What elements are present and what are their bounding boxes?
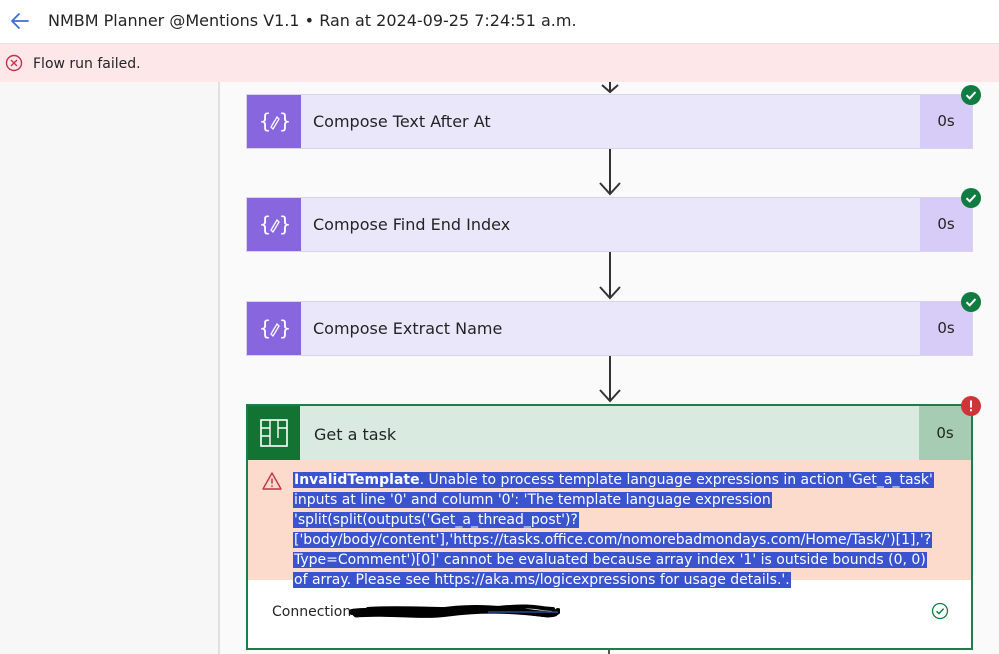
connector-line: [608, 650, 610, 654]
connector-arrow-icon: [599, 148, 621, 196]
step-header[interactable]: Get a task 0s: [248, 406, 971, 460]
warning-icon: [262, 472, 282, 490]
connector-arrow-icon: [601, 82, 619, 94]
success-check-icon: [961, 85, 981, 105]
left-panel: [0, 82, 219, 654]
svg-text:}: }: [279, 316, 291, 340]
error-title: InvalidTemplate: [294, 472, 420, 488]
success-check-icon: [961, 292, 981, 312]
svg-text:}: }: [279, 109, 291, 133]
step-card-compose-extract-name[interactable]: {} Compose Extract Name 0s: [246, 301, 973, 356]
step-card-get-a-task[interactable]: Get a task 0s InvalidTemplate. Unable to…: [246, 404, 973, 650]
svg-text:{: {: [259, 316, 271, 340]
step-label: Compose Find End Index: [313, 215, 511, 234]
connection-ok-icon: [931, 602, 949, 620]
compose-icon: {}: [247, 95, 301, 148]
compose-icon: {}: [247, 198, 301, 251]
error-message: InvalidTemplate. Unable to process templ…: [293, 470, 934, 590]
error-circle-icon: [5, 54, 23, 72]
arrow-left-icon[interactable]: [8, 9, 32, 33]
connection-label: Connection:: [272, 604, 356, 620]
error-details: InvalidTemplate. Unable to process templ…: [248, 460, 971, 588]
planner-icon: [248, 406, 300, 460]
step-card-compose-text-after-at[interactable]: {} Compose Text After At 0s: [246, 94, 973, 149]
connector-arrow-icon: [599, 355, 621, 403]
svg-text:{: {: [259, 109, 271, 133]
compose-icon: {}: [247, 302, 301, 355]
step-card-compose-find-end-index[interactable]: {} Compose Find End Index 0s: [246, 197, 973, 252]
success-check-icon: [961, 188, 981, 208]
connector-arrow-icon: [599, 252, 621, 300]
error-text: . Unable to process template language ex…: [294, 472, 933, 588]
step-label: Get a task: [314, 425, 397, 444]
step-label: Compose Text After At: [313, 112, 491, 131]
svg-text:{: {: [259, 212, 271, 236]
redacted-scribble: [349, 604, 560, 618]
banner-text: Flow run failed.: [33, 56, 141, 72]
failure-alert-icon: [961, 396, 981, 416]
page-title: NMBM Planner @Mentions V1.1 • Ran at 202…: [48, 11, 577, 30]
header-bar: NMBM Planner @Mentions V1.1 • Ran at 202…: [0, 0, 999, 44]
step-label: Compose Extract Name: [313, 319, 503, 338]
flow-run-failed-banner: Flow run failed.: [0, 44, 999, 82]
svg-text:}: }: [279, 212, 291, 236]
